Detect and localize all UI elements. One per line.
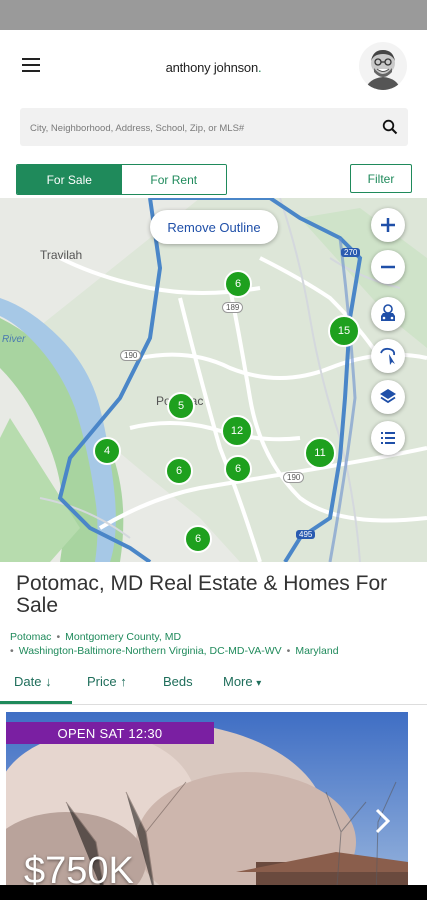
commute-button[interactable] [371, 297, 405, 331]
page-title: Potomac, MD Real Estate & Homes For Sale [16, 572, 388, 617]
list-view-button[interactable] [371, 421, 405, 455]
map-cluster[interactable]: 12 [221, 415, 253, 447]
map-view[interactable]: Travilah Potomac River 190 189 190 495 2… [0, 198, 427, 562]
breadcrumb-link[interactable]: Maryland [295, 645, 338, 657]
sort-price[interactable]: Price ↑ [87, 674, 127, 689]
map-cluster[interactable]: 6 [224, 455, 252, 483]
road-shield: 189 [222, 302, 244, 313]
road-shield: 190 [120, 350, 142, 361]
map-cluster[interactable]: 5 [167, 392, 195, 420]
search-bar [20, 108, 408, 148]
breadcrumb-link[interactable]: Montgomery County, MD [65, 631, 181, 643]
chevron-right-icon[interactable] [372, 806, 394, 836]
remove-outline-button[interactable]: Remove Outline [150, 210, 278, 244]
zoom-in-button[interactable] [371, 208, 405, 242]
agent-avatar[interactable] [359, 42, 407, 90]
map-cluster[interactable]: 15 [328, 315, 360, 347]
map-cluster[interactable]: 11 [304, 437, 336, 469]
open-house-badge: OPEN SAT 12:30 [6, 722, 214, 744]
place-label-travilah: Travilah [40, 248, 83, 262]
river-label: River [2, 334, 26, 345]
sale-rent-toggle: For Sale For Rent [16, 164, 227, 195]
car-icon [381, 304, 395, 321]
status-bar [0, 0, 427, 30]
layers-button[interactable] [371, 380, 405, 414]
interstate-shield: 495 [296, 530, 316, 539]
map-cluster[interactable]: 6 [224, 270, 252, 298]
tab-for-rent[interactable]: For Rent [121, 165, 226, 194]
minus-icon [381, 265, 395, 269]
road-shield: 190 [283, 472, 305, 483]
sort-date[interactable]: Date ↓ [14, 674, 52, 689]
active-sort-indicator [0, 701, 72, 704]
sort-bar: Date ↓ Price ↑ Beds More ▾ [0, 666, 427, 705]
draw-outline-button[interactable] [371, 339, 405, 373]
sort-more[interactable]: More ▾ [223, 674, 261, 689]
search-input[interactable] [28, 108, 372, 148]
app-header: anthony johnson. [0, 30, 427, 104]
map-cluster[interactable]: 6 [165, 457, 193, 485]
system-nav-bar [0, 885, 427, 900]
map-cluster[interactable]: 6 [184, 525, 212, 553]
filter-button[interactable]: Filter [350, 164, 412, 193]
breadcrumb-link[interactable]: Washington-Baltimore-Northern Virginia, … [19, 645, 282, 657]
draw-icon [380, 347, 396, 365]
listing-card[interactable]: OPEN SAT 12:30 $750K [6, 712, 408, 900]
map-cluster[interactable]: 4 [93, 437, 121, 465]
breadcrumb-link[interactable]: Potomac [10, 631, 51, 643]
list-icon [381, 432, 395, 444]
breadcrumb: Potomac • Montgomery County, MD • Washingto… [10, 631, 339, 657]
interstate-shield: 270 [341, 248, 361, 257]
layers-icon [380, 389, 396, 404]
search-icon[interactable] [382, 119, 398, 135]
tab-for-sale[interactable]: For Sale [17, 165, 122, 194]
sort-beds[interactable]: Beds [163, 674, 193, 689]
plus-icon [381, 218, 395, 232]
zoom-out-button[interactable] [371, 250, 405, 284]
